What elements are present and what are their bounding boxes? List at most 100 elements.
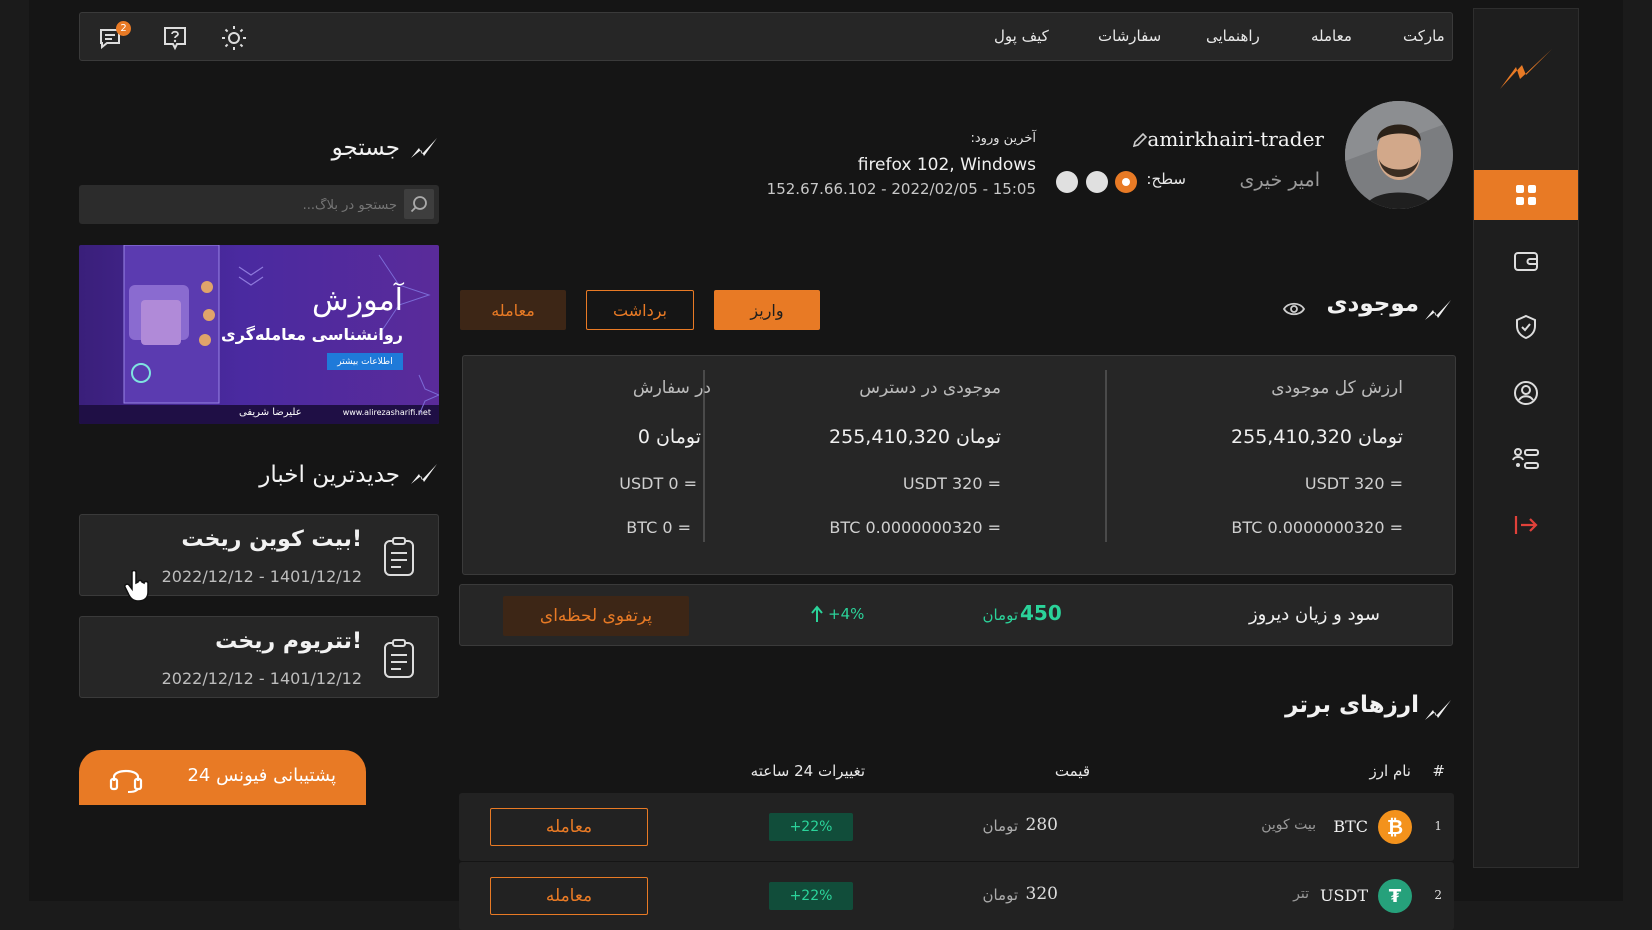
search-input[interactable] [87,189,399,221]
coin-change-badge: +22% [769,882,853,910]
banner-heading: آموزش [311,283,403,318]
tether-icon: ₮ [1378,879,1412,913]
coin-rank: 1 [1434,819,1442,833]
pencil-icon [1132,132,1148,148]
last-login-label: آخرین ورود: [970,131,1036,146]
user-list-icon [1512,448,1539,469]
balance-order-usdt: USDT 0 = [619,474,697,493]
document-icon [384,537,414,576]
headset-icon [109,769,143,793]
last-login-ip-time: 152.67.66.102 - 2022/02/05 - 15:05 [766,180,1036,198]
col-header-name: نام ارز [1369,762,1411,780]
level-dot-current [1115,171,1137,193]
news-item[interactable]: تتریوم ریخت! 2022/12/12 - 1401/12/12 [79,616,439,698]
sidebar-item-security[interactable] [1474,302,1578,352]
portfolio-button[interactable]: پرتفوی لحظه‌ای [503,596,689,636]
eye-icon [1282,302,1306,316]
table-row[interactable]: 1 ₿ BTC بیت کوین 280 تومان +22% معامله [459,793,1454,861]
coin-symbol: USDT [1320,886,1368,905]
search-icon [410,196,427,213]
table-row[interactable]: 2 ₮ USDT تتر 320 تومان +22% معامله [459,862,1454,930]
profile-username: amirkhairi-trader [1147,127,1324,151]
question-icon [164,27,186,51]
deposit-button[interactable]: واریز [714,290,820,330]
banner-cta[interactable]: اطلاعات بیشتر [327,353,403,370]
news-title: جدیدترین اخبار [259,462,400,488]
coin-price-unit: تومان [982,886,1018,904]
pnl-value: 450 [1020,601,1062,625]
sidebar-item-referrals[interactable] [1474,434,1578,484]
hand-cursor-icon [124,570,149,602]
level-label: سطح: [1146,170,1186,188]
avatar [1345,101,1453,209]
balance-title: موجودی [1326,291,1419,317]
balance-order-btc: BTC 0 = [626,518,691,537]
col-header-price: قیمت [1054,762,1090,780]
coin-trade-button[interactable]: معامله [490,877,648,915]
banner-subheading: روانشناسی معامله‌گری [221,325,403,344]
promo-banner[interactable]: آموزش روانشناسی معامله‌گری اطلاعات بیشتر… [79,245,439,424]
news-item-date: 2022/12/12 - 1401/12/12 [161,567,362,586]
sidebar-item-profile[interactable] [1474,368,1578,418]
pnl-bar: سود و زیان دیروز 450 تومان +4% پرتفوی لح… [459,584,1453,646]
search-button[interactable] [404,189,434,219]
sidebar-item-logout[interactable] [1474,500,1578,550]
banner-author: علیرضا شریفی [239,407,302,418]
balance-title-icon [1423,298,1453,328]
notification-badge: 2 [116,21,131,36]
banner-url: www.alirezasharifi.net [342,408,431,417]
user-circle-icon [1514,381,1538,405]
top-coins-title-icon [1423,698,1453,728]
sidebar-item-dashboard[interactable] [1474,170,1578,220]
document-icon [384,639,414,678]
news-title-icon [409,462,439,492]
messages-button[interactable]: 2 [96,21,131,53]
coin-trade-button[interactable]: معامله [490,808,648,846]
balance-divider-1 [1105,370,1107,542]
coin-change-badge: +22% [769,813,853,841]
toggle-visibility-button[interactable] [1282,301,1306,321]
pnl-percent: +4% [828,605,865,623]
theme-toggle-button[interactable] [219,23,249,53]
col-header-rank: # [1432,762,1445,780]
sidebar-item-wallet[interactable] [1474,236,1578,286]
grid-icon [1516,185,1536,205]
nav-link-guide[interactable]: راهنمایی [1206,27,1260,45]
pnl-label: سود و زیان دیروز [1248,604,1380,625]
balance-card: ارزش کل موجودی 255,410,320 تومان USDT 32… [462,355,1456,575]
trade-button[interactable]: معامله [460,290,566,330]
nav-link-trade[interactable]: معامله [1311,27,1352,45]
balance-available-usdt: USDT 320 = [902,474,1001,493]
search-title: جستجو [331,135,400,161]
coin-price: 320 [1025,884,1058,904]
nav-link-orders[interactable]: سفارشات [1098,27,1161,45]
news-item-title: تتریوم ریخت! [215,629,362,654]
help-button[interactable] [160,23,190,53]
col-header-change: تغییرات 24 ساعته [750,762,865,780]
withdraw-button[interactable]: برداشت [586,290,694,330]
top-navbar: مارکت معامله راهنمایی سفارشات کیف پول 2 [79,12,1453,61]
edit-profile-button[interactable] [1131,131,1149,153]
news-item-date: 2022/12/12 - 1401/12/12 [161,669,362,688]
level-dot-1 [1056,171,1078,193]
bitcoin-icon: ₿ [1378,810,1412,844]
nav-link-wallet[interactable]: کیف پول [994,27,1049,45]
coin-name: تتر [1293,886,1309,902]
balance-available-header: موجودی در دسترس [859,378,1001,398]
search-title-icon [409,136,439,166]
top-coins-title: ارزهای برتر [1285,692,1419,718]
coin-price-unit: تومان [982,817,1018,835]
support-button[interactable]: پشتیبانی فیونس 24 [79,750,366,805]
coin-rank: 2 [1434,888,1442,902]
balance-available-btc: BTC 0.0000000320 = [829,518,1001,537]
balance-order-header: در سفارش [632,378,711,398]
sidebar [1473,8,1579,868]
shield-icon [1516,314,1536,340]
level-dot-2 [1086,171,1108,193]
coin-symbol: BTC [1333,817,1368,836]
balance-total-toman: 255,410,320 تومان [1231,426,1403,448]
nav-link-market[interactable]: مارکت [1403,27,1445,45]
balance-total-btc: BTC 0.0000000320 = [1231,518,1403,537]
balance-order-toman: 0 تومان [637,426,701,448]
coin-name: بیت کوین [1261,817,1316,833]
